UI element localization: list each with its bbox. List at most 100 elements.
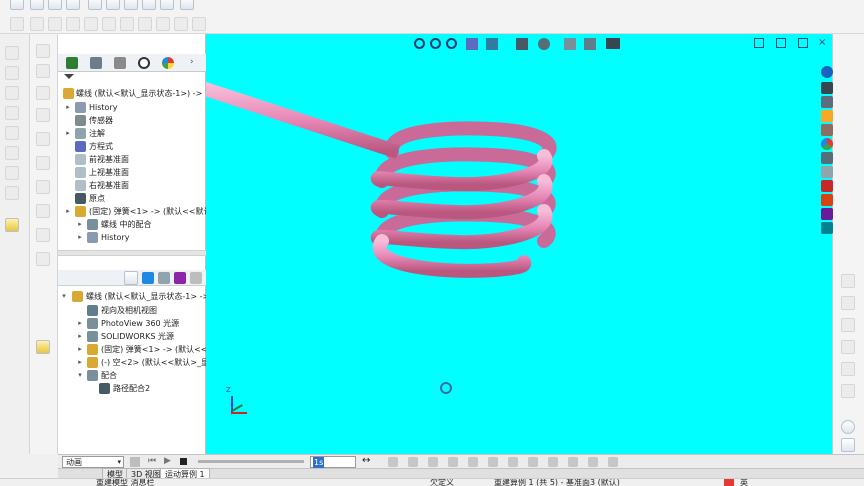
toolbar2-btn-7[interactable] xyxy=(120,17,134,31)
toolbox-icon[interactable] xyxy=(821,180,833,192)
model-tree-item[interactable]: ▸ History xyxy=(58,231,206,244)
task-btn-5[interactable] xyxy=(841,362,855,376)
toolbar2-btn-2[interactable] xyxy=(30,17,44,31)
calculate-icon[interactable] xyxy=(130,457,140,467)
expand-icon[interactable]: ▸ xyxy=(76,317,84,330)
motion-tool-button[interactable] xyxy=(388,457,398,467)
task-btn-6[interactable] xyxy=(841,384,855,398)
motion-tool-button[interactable] xyxy=(448,457,458,467)
display-tree-item[interactable]: ▸ (固定) 弹簧<1> -> (默认<<默认 xyxy=(58,343,223,356)
strip-btn-5[interactable] xyxy=(5,126,19,140)
model-tree-item[interactable]: ▸ 注解 xyxy=(58,127,206,140)
collapse-icon[interactable]: ▾ xyxy=(60,290,68,303)
feature-manager-tab-icon[interactable] xyxy=(66,57,78,69)
expand-icon[interactable]: ▸ xyxy=(76,218,84,231)
motion-tool-button[interactable] xyxy=(468,457,478,467)
display-tree-item[interactable]: ▸ PhotoView 360 光源 xyxy=(58,317,206,330)
model-tree-item[interactable]: ▸ 螺线 中的配合 xyxy=(58,218,206,231)
design-library-icon[interactable] xyxy=(821,96,833,108)
model-tree-item[interactable]: 传感器 xyxy=(58,114,206,127)
timeline-slider[interactable] xyxy=(198,460,304,463)
configuration-tab-icon[interactable] xyxy=(114,57,126,69)
insert-component-icon[interactable] xyxy=(88,0,102,10)
strip-btn-1[interactable] xyxy=(5,46,19,60)
strip-btn-8[interactable] xyxy=(5,186,19,200)
expand-icon[interactable]: ▸ xyxy=(76,330,84,343)
sketch-icon[interactable] xyxy=(48,0,62,10)
panel-splitter[interactable] xyxy=(58,250,206,256)
toolbar2-btn-1[interactable] xyxy=(10,17,24,31)
model-tree-item[interactable]: 原点 xyxy=(58,192,206,205)
task-btn-1[interactable] xyxy=(841,274,855,288)
appearances-icon[interactable] xyxy=(821,138,833,150)
strip2-btn-1[interactable] xyxy=(36,44,50,58)
motion-tool-button[interactable] xyxy=(408,457,418,467)
plugin-icon[interactable] xyxy=(821,194,833,206)
assembly-icon[interactable] xyxy=(66,0,80,10)
mate-icon[interactable] xyxy=(106,0,120,10)
task-btn-4[interactable] xyxy=(841,340,855,354)
expand-icon[interactable]: ▸ xyxy=(64,205,72,218)
strip-btn-6[interactable] xyxy=(5,146,19,160)
scene-icon[interactable] xyxy=(158,272,170,284)
strip2-btn-8[interactable] xyxy=(36,204,50,218)
move-component-icon[interactable] xyxy=(142,0,156,10)
model-tree-root[interactable]: 螺线 (默认<默认_显示状态-1>) -> xyxy=(58,87,206,100)
view-palette-icon[interactable] xyxy=(821,124,833,136)
strip2-btn-5[interactable] xyxy=(36,132,50,146)
strip2-btn-4[interactable] xyxy=(36,108,50,122)
playback-mode-icon[interactable]: ↔ xyxy=(362,455,370,466)
toolbar2-btn-4[interactable] xyxy=(66,17,80,31)
motion-tool-button[interactable] xyxy=(528,457,538,467)
playback-speed-field[interactable]: 1s xyxy=(310,456,356,468)
panel-expand-icon[interactable]: › xyxy=(190,57,194,67)
file-explorer-icon[interactable] xyxy=(821,110,833,122)
ruler-icon[interactable] xyxy=(5,218,19,232)
model-tree-item[interactable]: 上视基准面 xyxy=(58,166,206,179)
ime-icon[interactable] xyxy=(724,479,734,486)
expand-icon[interactable]: ▸ xyxy=(64,101,72,114)
motion-tool-button[interactable] xyxy=(428,457,438,467)
display-tree-item[interactable]: ▾ 配合 xyxy=(58,369,206,382)
task-btn-2[interactable] xyxy=(841,296,855,310)
filter-icon[interactable] xyxy=(64,74,74,84)
stop-icon[interactable] xyxy=(180,458,187,465)
strip2-btn-9[interactable] xyxy=(36,228,50,242)
property-manager-tab-icon[interactable] xyxy=(90,57,102,69)
strip2-btn-7[interactable] xyxy=(36,180,50,194)
toolbar2-btn-3[interactable] xyxy=(48,17,62,31)
toolbar2-btn-9[interactable] xyxy=(156,17,170,31)
expand-icon[interactable]: ▸ xyxy=(76,231,84,244)
strip2-btn-2[interactable] xyxy=(36,64,50,78)
plugin-icon-2[interactable] xyxy=(821,208,833,220)
strip-btn-4[interactable] xyxy=(5,106,19,120)
ime-language[interactable]: 英 xyxy=(740,479,748,486)
toolbar2-btn-10[interactable] xyxy=(174,17,188,31)
new-part-icon[interactable] xyxy=(30,0,44,10)
dimxpert-tab-icon[interactable] xyxy=(138,57,150,69)
show-hidden-icon[interactable] xyxy=(160,0,174,10)
camera-tab-icon[interactable] xyxy=(190,272,202,284)
rewind-icon[interactable]: ⏮ xyxy=(148,456,156,466)
toolbar2-btn-8[interactable] xyxy=(138,17,152,31)
model-tree-item[interactable]: 前视基准面 xyxy=(58,153,206,166)
display-tree-item[interactable]: 路径配合2 xyxy=(58,382,206,395)
model-tree-item[interactable]: 右视基准面 xyxy=(58,179,206,192)
measure-icon[interactable] xyxy=(36,340,50,354)
expand-icon[interactable]: ▸ xyxy=(76,356,84,369)
display-tree-item[interactable]: ▸ SOLIDWORKS 光源 xyxy=(58,330,206,343)
model-tree-item[interactable]: ▸ History xyxy=(58,101,206,114)
motion-tool-button[interactable] xyxy=(588,457,598,467)
motion-tool-button[interactable] xyxy=(548,457,558,467)
forum-icon[interactable] xyxy=(821,166,833,178)
custom-properties-icon[interactable] xyxy=(821,152,833,164)
strip2-btn-6[interactable] xyxy=(36,156,50,170)
strip2-btn-3[interactable] xyxy=(36,86,50,100)
display-manager-tab-icon[interactable] xyxy=(162,57,174,69)
collapse-icon[interactable]: ▾ xyxy=(76,369,84,382)
spring-model[interactable] xyxy=(206,34,832,454)
features-icon[interactable] xyxy=(180,0,194,10)
motion-tool-button[interactable] xyxy=(608,457,618,467)
strip-btn-3[interactable] xyxy=(5,86,19,100)
study-type-select[interactable]: 动画 ▾ xyxy=(62,456,124,468)
